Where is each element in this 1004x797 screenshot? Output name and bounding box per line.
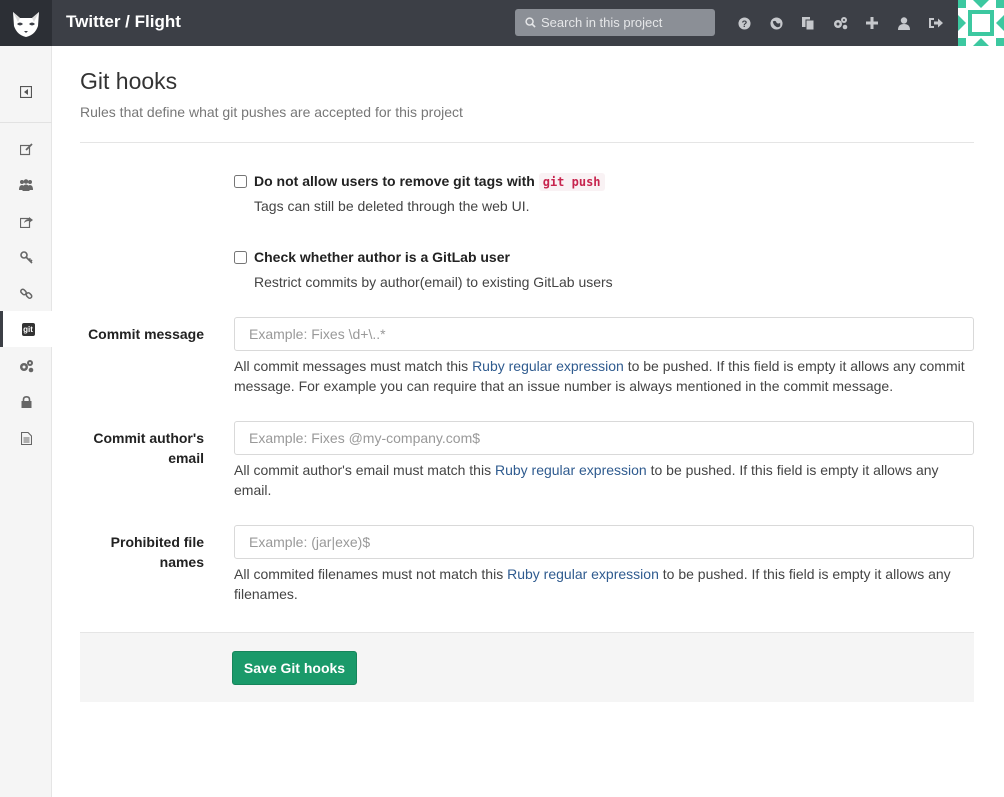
edit-icon (19, 142, 33, 155)
plus-icon[interactable] (856, 0, 888, 46)
cogs-icon (19, 360, 33, 373)
sidebar-item-audit-events[interactable] (0, 420, 52, 456)
link-icon (19, 288, 32, 299)
key-icon (19, 250, 33, 264)
fox-logo-icon (13, 12, 39, 37)
user-icon[interactable] (888, 0, 920, 46)
git-push-code: git push (538, 173, 605, 191)
project-sidebar: git (0, 46, 53, 797)
commit-message-label: Commit message (88, 326, 204, 342)
member-check-label[interactable]: Check whether author is a GitLab user (254, 249, 510, 265)
search-box[interactable] (515, 9, 715, 36)
help-icon[interactable]: ? (728, 0, 760, 46)
ruby-regex-link[interactable]: Ruby regular expression (507, 566, 659, 582)
commit-message-help: All commit messages must match this Ruby… (234, 358, 965, 394)
toggle-sidebar-icon (20, 86, 32, 98)
avatar[interactable] (958, 0, 1004, 46)
gitlab-logo[interactable] (0, 0, 52, 46)
page-subtitle: Rules that define what git pushes are ac… (80, 104, 463, 120)
author-email-input[interactable] (234, 421, 974, 455)
git-icon: git (21, 322, 35, 336)
file-names-input[interactable] (234, 525, 974, 559)
globe-icon[interactable] (760, 0, 792, 46)
deny-delete-tag-help: Tags can still be deleted through the we… (254, 198, 530, 214)
save-git-hooks-button[interactable]: Save Git hooks (232, 651, 357, 685)
users-icon (19, 179, 33, 191)
ruby-regex-link[interactable]: Ruby regular expression (472, 358, 624, 374)
svg-text:?: ? (741, 19, 747, 29)
sidebar-item-edit[interactable] (0, 131, 52, 167)
deny-delete-tag-checkbox[interactable] (234, 175, 247, 188)
author-email-help: All commit author's email must match thi… (234, 462, 939, 498)
sidebar-item-deploy-keys[interactable] (0, 239, 52, 275)
share-icon (19, 216, 33, 228)
sidebar-item-services[interactable] (0, 348, 52, 384)
form-actions: Save Git hooks (80, 632, 974, 702)
sidebar-divider (0, 122, 52, 123)
sidebar-item-integrations[interactable] (0, 203, 52, 239)
search-input[interactable] (541, 15, 711, 30)
sidebar-item-webhooks[interactable] (0, 275, 52, 311)
page-title: Git hooks (80, 68, 178, 94)
divider (80, 142, 974, 143)
author-email-label: Commit author's email (93, 430, 204, 466)
member-check-help: Restrict commits by author(email) to exi… (254, 274, 613, 290)
deny-delete-tag-label[interactable]: Do not allow users to remove git tags wi… (254, 173, 605, 191)
file-icon (20, 431, 32, 445)
ruby-regex-link[interactable]: Ruby regular expression (495, 462, 647, 478)
cogs-icon[interactable] (824, 0, 856, 46)
toggle-sidebar-button[interactable] (0, 74, 52, 110)
lock-icon (21, 396, 31, 408)
member-check-checkbox[interactable] (234, 251, 247, 264)
identicon-icon (958, 0, 1004, 46)
project-title[interactable]: Twitter / Flight (66, 0, 181, 46)
file-names-help: All commited filenames must not match th… (234, 566, 951, 602)
sidebar-item-members[interactable] (0, 167, 52, 203)
sign-out-icon[interactable] (920, 0, 952, 46)
commit-message-input[interactable] (234, 317, 974, 351)
sidebar-item-git-hooks[interactable]: git (0, 311, 53, 347)
sidebar-item-protected-branches[interactable] (0, 384, 52, 420)
file-names-label: Prohibited file names (110, 534, 204, 570)
copy-icon[interactable] (792, 0, 824, 46)
search-icon (525, 17, 536, 28)
top-navbar: Twitter / Flight ? (0, 0, 1004, 46)
